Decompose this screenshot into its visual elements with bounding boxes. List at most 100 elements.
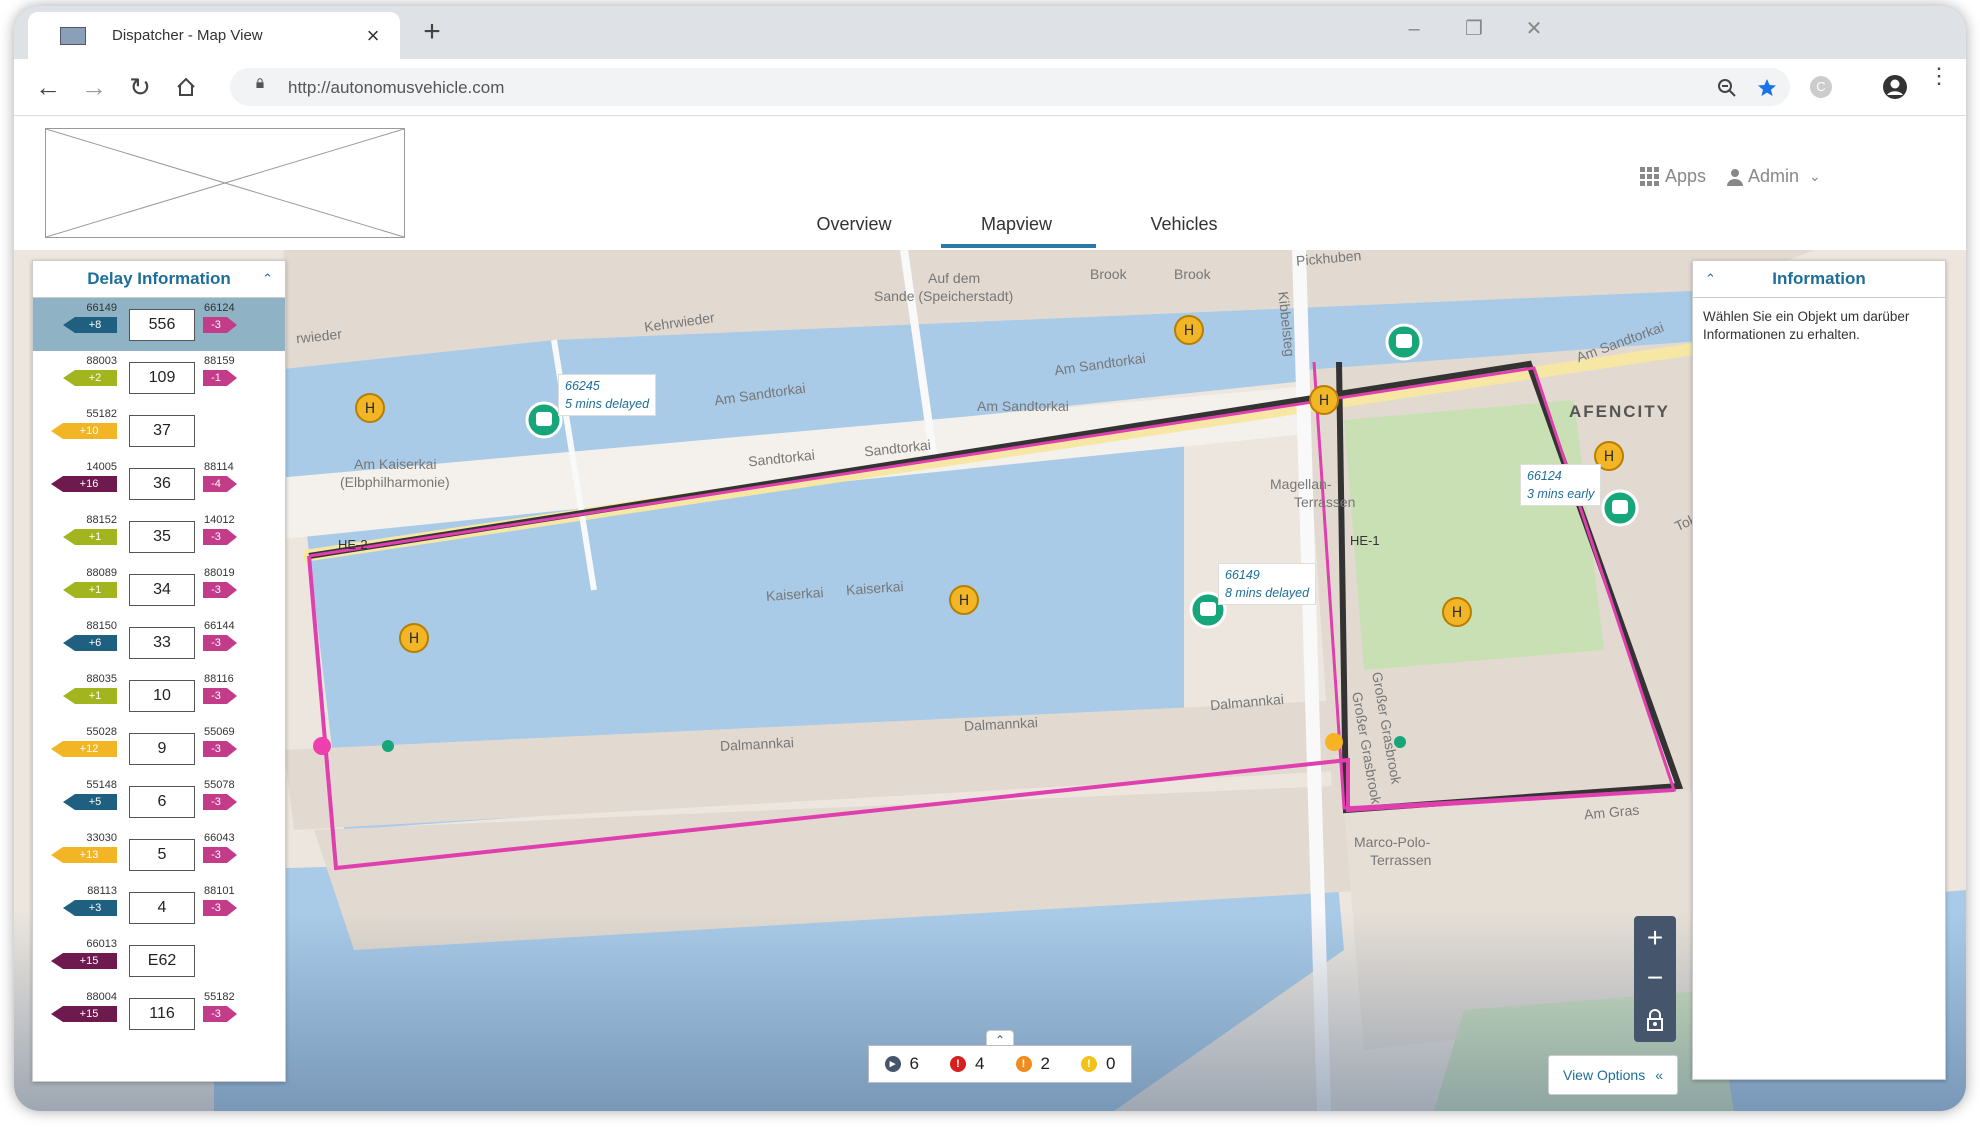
delay-row[interactable]: 66013 +15 E62 [33,934,285,987]
vehicle-marker[interactable] [1385,323,1423,361]
delay-badge: +6 [63,635,117,651]
delay-badge: +15 [51,953,117,969]
left-vehicle-id: 55148 [86,779,117,791]
delay-row[interactable]: 55182 +10 37 [33,404,285,457]
view-options-label: View Options [1562,1067,1646,1083]
new-tab-button[interactable]: + [414,14,450,50]
delay-row[interactable]: 88152 +1 35 14012 -3 [33,510,285,563]
vehicle-tag-66245[interactable]: 66245 5 mins delayed [558,374,657,416]
delay-row[interactable]: 88035 +1 10 88116 -3 [33,669,285,722]
bus-stop-icon[interactable]: H [1174,315,1204,345]
active-tab-indicator [941,244,1096,248]
delay-row[interactable]: 88004 +15 116 55182 -3 [33,987,285,1040]
delay-row[interactable]: 88113 +3 4 88101 -3 [33,881,285,934]
street-label: Auf dem [928,270,981,286]
left-vehicle-id: 66013 [86,938,117,950]
bookmark-star-icon[interactable] [1756,77,1778,99]
minimize-icon[interactable]: – [1394,14,1434,44]
tab-vehicles[interactable]: Vehicles [1124,214,1244,235]
street-label: (Elbphilharmonie) [340,474,450,490]
address-bar[interactable]: http://autonomusvehicle.com [230,68,1790,106]
line-number: 556 [129,309,195,341]
lock-map-button[interactable] [1634,1000,1676,1040]
delay-badge: +2 [63,370,117,386]
delay-badge: +5 [63,794,117,810]
account-icon[interactable] [1882,74,1908,100]
early-badge: -3 [203,582,237,598]
tab-close-icon[interactable]: × [360,23,386,49]
delay-badge: +15 [51,1006,117,1022]
bus-stop-icon[interactable]: H [1309,385,1339,415]
browser-tab[interactable]: Dispatcher - Map View × [28,12,400,59]
delay-row[interactable]: 14005 +16 36 88114 -4 [33,457,285,510]
tab-overview[interactable]: Overview [794,214,914,235]
view-options-button[interactable]: View Options « [1548,1055,1678,1095]
bus-stop-icon[interactable]: H [949,585,979,615]
line-number: 35 [129,521,195,553]
delay-panel-title: Delay Information [87,269,231,288]
collapse-icon[interactable]: ⌃ [262,271,273,287]
vehicle-status: 8 mins delayed [1225,586,1310,600]
home-icon[interactable] [168,69,204,105]
left-vehicle-id: 88152 [86,514,117,526]
reload-icon[interactable]: ↻ [122,69,158,105]
early-badge: -3 [203,1006,237,1022]
delay-row[interactable]: 66149 +8 556 66124 -3 [33,298,285,351]
right-vehicle-id: 66043 [204,832,235,844]
street-label: Magellan- [1270,476,1332,492]
chevron-down-icon: ⌄ [1809,168,1821,184]
vehicle-id: 66149 [1225,568,1260,582]
collapse-icon[interactable]: ⌃ [1705,271,1716,287]
status-count-error[interactable]: ! 4 [950,1054,984,1074]
delay-row[interactable]: 88089 +1 34 88019 -3 [33,563,285,616]
delay-badge: +13 [51,847,117,863]
extension-icon[interactable]: C [1810,76,1832,98]
left-vehicle-id: 88089 [86,567,117,579]
line-number: 4 [129,892,195,924]
apps-grid-icon [1640,167,1659,186]
information-panel: ⌃ Information Wählen Sie ein Objekt um d… [1692,260,1946,1080]
bus-stop-icon[interactable]: H [399,623,429,653]
zoom-page-icon[interactable] [1716,77,1738,99]
delay-row[interactable]: 88003 +2 109 88159 -1 [33,351,285,404]
stop-he2-marker[interactable] [313,737,331,755]
left-vehicle-id: 88113 [87,885,117,897]
vehicle-marker-66245[interactable] [525,401,563,439]
apps-menu[interactable]: Apps [1640,166,1706,187]
forward-icon[interactable]: → [76,69,112,105]
status-count-info[interactable]: ! 0 [1081,1054,1115,1074]
right-vehicle-id: 14012 [204,514,235,526]
stop-he1-marker[interactable] [1325,733,1343,751]
bus-stop-icon[interactable]: H [355,393,385,423]
back-icon[interactable]: ← [30,69,66,105]
status-count-warning[interactable]: ! 2 [1015,1054,1050,1074]
menu-icon[interactable]: ⋮ [1928,65,1950,87]
map-view[interactable]: H H H H H H H Kehrwieder rwieder Auf dem… [14,250,1966,1111]
delay-row[interactable]: 88150 +6 33 66144 -3 [33,616,285,669]
info-panel-text: Wählen Sie ein Objekt um darüber Informa… [1703,309,1910,342]
stop-label-he2: HE-2 [338,537,368,552]
left-vehicle-id: 55182 [86,408,117,420]
vehicle-tag-66124[interactable]: 66124 3 mins early [1520,464,1602,506]
district-label: AFENCITY [1569,402,1670,421]
right-vehicle-id: 66124 [204,302,235,314]
delay-row[interactable]: 33030 +13 5 66043 -3 [33,828,285,881]
window-close-icon[interactable]: ✕ [1514,14,1554,44]
street-label: Brook [1090,266,1127,282]
lock-icon [256,78,264,88]
vehicle-tag-66149[interactable]: 66149 8 mins delayed [1218,563,1317,605]
restore-icon[interactable]: ❐ [1454,14,1494,44]
left-vehicle-id: 88004 [86,991,117,1003]
delay-row[interactable]: 55148 +5 6 55078 -3 [33,775,285,828]
vehicle-marker-66124[interactable] [1601,489,1639,527]
user-menu[interactable]: Admin ⌄ [1726,166,1821,187]
left-vehicle-id: 14005 [86,461,117,473]
bus-stop-icon[interactable]: H [1442,597,1472,627]
tab-mapview[interactable]: Mapview [939,214,1094,235]
delay-row[interactable]: 55028 +12 9 55069 -3 [33,722,285,775]
left-vehicle-id: 88003 [86,355,117,367]
status-count-running[interactable]: ▸ 6 [884,1054,919,1074]
zoom-out-button[interactable]: − [1634,958,1676,998]
zoom-in-button[interactable]: + [1634,918,1676,958]
error-icon: ! [950,1056,967,1072]
